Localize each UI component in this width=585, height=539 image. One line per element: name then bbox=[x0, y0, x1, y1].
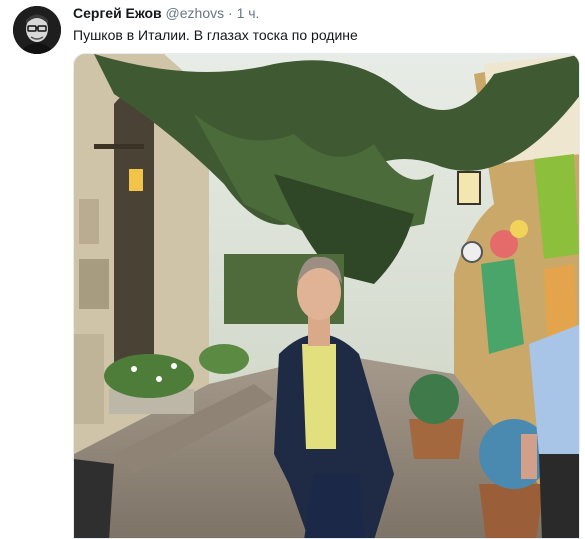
timestamp[interactable]: 1 ч. bbox=[237, 5, 260, 21]
tweet-text: Пушков в Италии. В глазах тоска по родин… bbox=[73, 27, 358, 43]
author-handle[interactable]: @ezhovs bbox=[166, 5, 225, 21]
separator: · bbox=[228, 5, 233, 21]
avatar-image bbox=[13, 6, 61, 54]
tweet-photo[interactable] bbox=[73, 53, 580, 539]
avatar[interactable] bbox=[13, 6, 61, 54]
author-name[interactable]: Сергей Ежов bbox=[73, 5, 162, 21]
photo-image bbox=[74, 54, 579, 538]
tweet-card[interactable]: Сергей Ежов @ezhovs · 1 ч. Пушков в Итал… bbox=[0, 0, 585, 539]
tweet-header: Сергей Ежов @ezhovs · 1 ч. bbox=[73, 5, 259, 21]
